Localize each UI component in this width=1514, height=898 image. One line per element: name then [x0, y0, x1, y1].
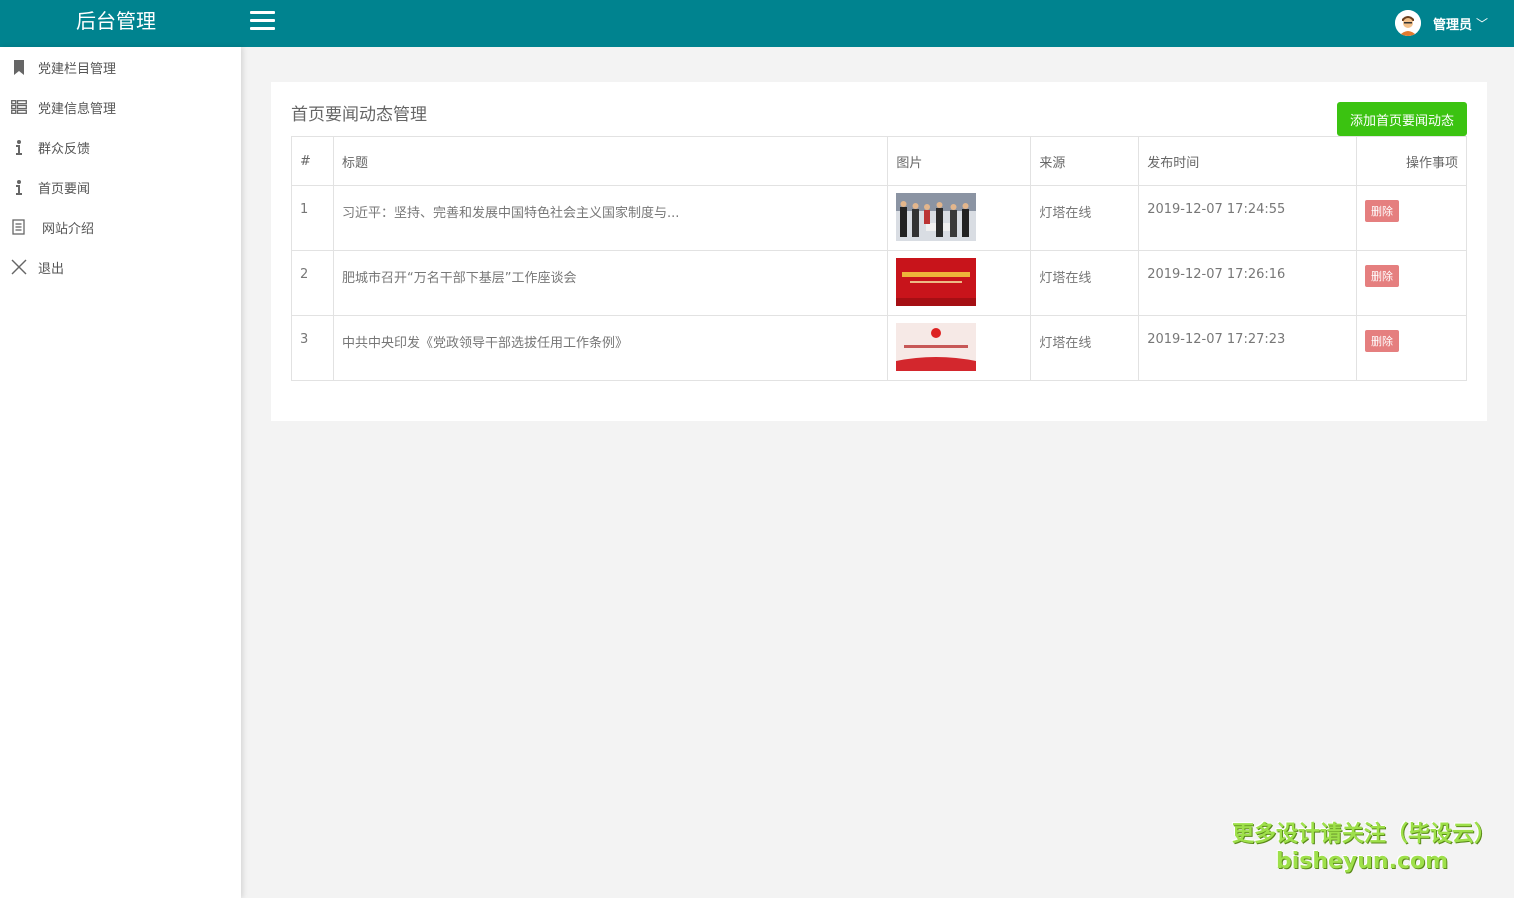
news-thumbnail — [896, 193, 977, 241]
avatar — [1394, 10, 1421, 36]
sidebar-item-column-management[interactable]: 党建栏目管理 — [0, 47, 241, 87]
table-row: 1 习近平：坚持、完善和发展中国特色社会主义国家制度与... 灯塔在线 2019… — [291, 185, 1467, 251]
close-icon — [10, 258, 28, 276]
column-header: 标题 — [332, 136, 889, 186]
delete-button[interactable]: 删除 — [1365, 265, 1400, 287]
table-row: 2 肥城市召开“万名干部下基层”工作座谈会 灯塔在线 2019-12-07 17… — [291, 250, 1467, 316]
sidebar-item-headline-news[interactable]: 首页要闻 — [0, 167, 241, 207]
column-header: 图片 — [887, 136, 1032, 186]
row-source: 灯塔在线 — [1030, 250, 1140, 316]
user-menu[interactable]: 管理员 ﹀ — [1394, 8, 1488, 38]
row-title: 肥城市召开“万名干部下基层”工作座谈会 — [332, 250, 889, 316]
sidebar-item-label: 党建信息管理 — [38, 101, 117, 117]
top-bar: 后台管理 管理员 ﹀ — [0, 0, 1514, 47]
column-header: 发布时间 — [1138, 136, 1358, 186]
delete-button[interactable]: 删除 — [1365, 200, 1400, 222]
info-icon — [10, 138, 28, 156]
row-actions: 删除 — [1356, 250, 1467, 316]
sidebar-item-label: 群众反馈 — [38, 141, 91, 157]
table-row: 3 中共中央印发《党政领导干部选拔任用工作条例》 灯塔在线 2019-12-07… — [291, 315, 1467, 381]
row-image-cell — [887, 250, 1032, 316]
sidebar: 党建栏目管理 党建信息管理 群众反馈 首页要闻 网站介绍 退出 — [0, 47, 241, 898]
row-source: 灯塔在线 — [1030, 185, 1140, 251]
row-time: 2019-12-07 17:26:16 — [1138, 250, 1358, 316]
row-time: 2019-12-07 17:24:55 — [1138, 185, 1358, 251]
news-thumbnail — [896, 258, 977, 306]
row-actions: 删除 — [1356, 315, 1467, 381]
row-time: 2019-12-07 17:27:23 — [1138, 315, 1358, 381]
row-image-cell — [887, 315, 1032, 381]
column-header: 来源 — [1030, 136, 1140, 186]
user-name: 管理员 — [1432, 17, 1472, 33]
table-header-row: # 标题 图片 来源 发布时间 操作事项 — [291, 136, 1467, 186]
row-number: 2 — [291, 250, 334, 316]
watermark-line-1: 更多设计请关注（毕设云） — [1232, 822, 1497, 847]
sidebar-item-label: 党建栏目管理 — [38, 61, 117, 77]
news-table: # 标题 图片 来源 发布时间 操作事项 1 习近平：坚持、完善和发展中国特色社… — [291, 136, 1467, 381]
sidebar-item-info-management[interactable]: 党建信息管理 — [0, 87, 241, 127]
sidebar-item-label: 网站介绍 — [42, 221, 95, 237]
sidebar-item-site-intro[interactable]: 网站介绍 — [0, 207, 241, 247]
sidebar-item-label: 退出 — [38, 261, 65, 277]
news-management-panel: 首页要闻动态管理 添加首页要闻动态 # 标题 图片 来源 发布时间 操作事项 1… — [271, 82, 1487, 421]
row-title: 习近平：坚持、完善和发展中国特色社会主义国家制度与... — [332, 185, 889, 251]
sidebar-item-logout[interactable]: 退出 — [0, 247, 241, 287]
page-title: 首页要闻动态管理 — [291, 105, 427, 125]
sidebar-item-label: 首页要闻 — [38, 181, 91, 197]
chevron-down-icon: ﹀ — [1475, 16, 1488, 31]
info-icon — [10, 178, 28, 196]
column-header: 操作事项 — [1356, 136, 1467, 186]
add-news-button[interactable]: 添加首页要闻动态 — [1336, 102, 1467, 136]
document-icon — [10, 218, 28, 236]
row-image-cell — [887, 185, 1032, 251]
watermark: 更多设计请关注（毕设云） bisheyun.com — [1232, 820, 1497, 874]
watermark-line-2: bisheyun.com — [1275, 849, 1449, 874]
row-number: 1 — [291, 185, 334, 251]
news-thumbnail — [896, 323, 977, 371]
row-number: 3 — [291, 315, 334, 381]
row-title: 中共中央印发《党政领导干部选拔任用工作条例》 — [332, 315, 889, 381]
column-header: # — [291, 136, 334, 186]
row-actions: 删除 — [1356, 185, 1467, 251]
delete-button[interactable]: 删除 — [1365, 330, 1400, 352]
brand-title: 后台管理 — [76, 9, 156, 33]
hamburger-menu-icon[interactable] — [250, 11, 276, 35]
list-icon — [10, 98, 28, 116]
row-source: 灯塔在线 — [1030, 315, 1140, 381]
bookmark-icon — [10, 58, 28, 76]
sidebar-item-feedback[interactable]: 群众反馈 — [0, 127, 241, 167]
